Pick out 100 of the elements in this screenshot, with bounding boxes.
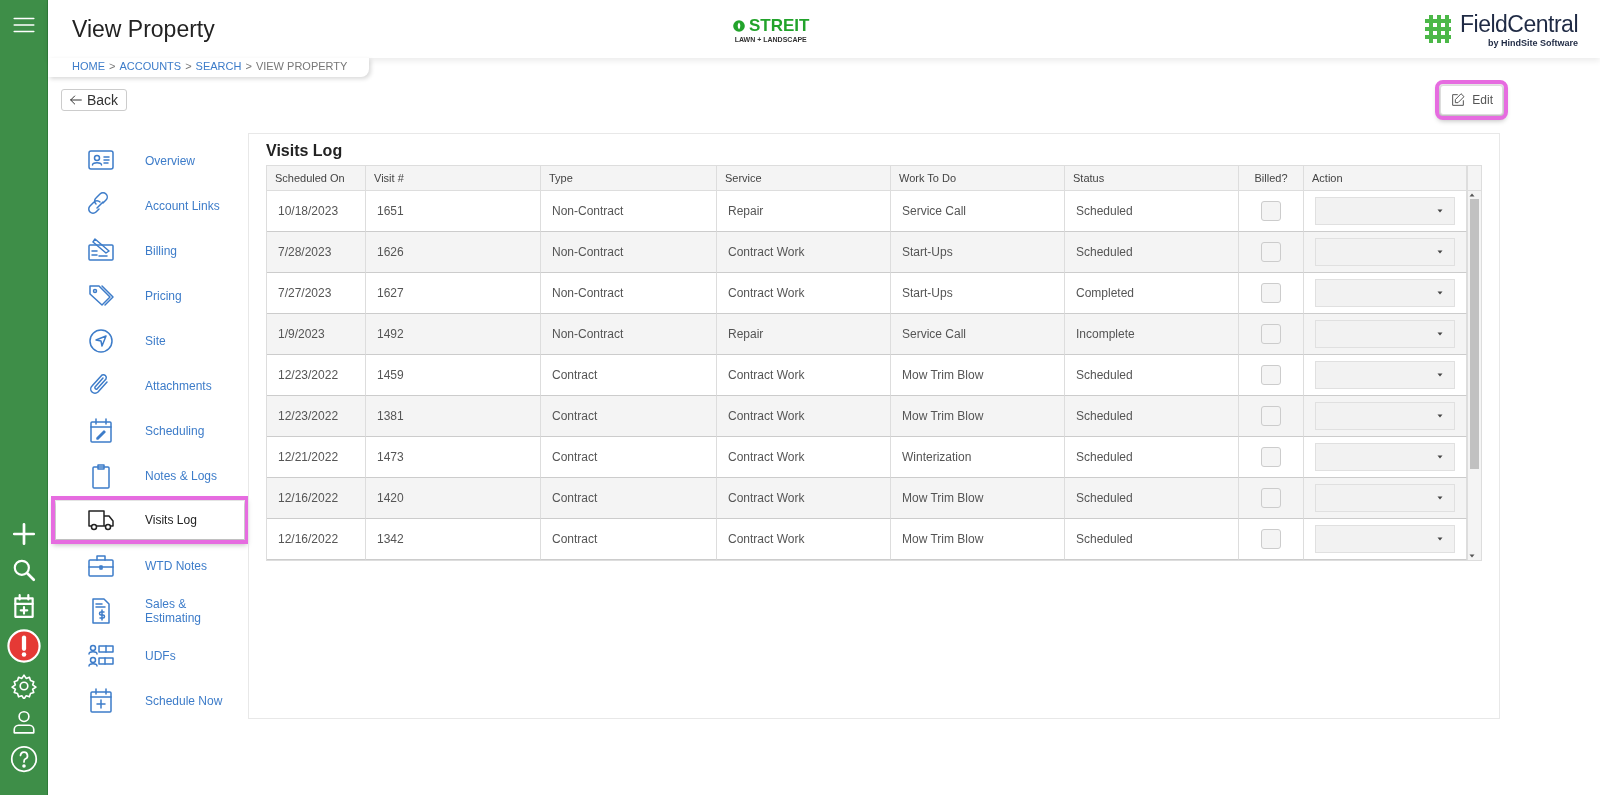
- nav-item[interactable]: Sales & Estimating: [60, 588, 244, 633]
- table-cell: Contract Work: [717, 519, 891, 560]
- table-cell: Mow Trim Blow: [891, 396, 1065, 437]
- table-cell: Contract Work: [717, 478, 891, 519]
- scroll-down-icon: [1468, 552, 1476, 560]
- caret-icon: [1436, 248, 1444, 256]
- nav-item[interactable]: UDFs: [60, 633, 244, 678]
- action-select[interactable]: [1315, 525, 1455, 553]
- action-select[interactable]: [1315, 484, 1455, 512]
- billed-checkbox[interactable]: [1261, 283, 1281, 303]
- table-cell: Contract: [541, 478, 717, 519]
- nav-item[interactable]: WTD Notes: [60, 543, 244, 588]
- action-select[interactable]: [1315, 402, 1455, 430]
- edit-icon: [1450, 92, 1467, 108]
- nav-item[interactable]: Schedule Now: [60, 678, 244, 723]
- brand-name: STREIT: [749, 15, 810, 36]
- billed-checkbox[interactable]: [1261, 406, 1281, 426]
- column-header: Action: [1304, 166, 1467, 191]
- column-header: Work To Do: [891, 166, 1065, 191]
- leaf-logo-icon: [732, 18, 746, 33]
- nav-item[interactable]: Visits Log: [56, 501, 244, 539]
- caret-icon: [1436, 330, 1444, 338]
- caret-icon: [1436, 494, 1444, 502]
- billed-checkbox[interactable]: [1261, 324, 1281, 344]
- table-cell: Contract Work: [717, 232, 891, 273]
- column-header: Visit #: [366, 166, 541, 191]
- help-icon: [9, 745, 38, 773]
- breadcrumb-separator: >: [109, 60, 116, 72]
- back-button[interactable]: Back: [61, 89, 128, 111]
- billed-checkbox[interactable]: [1261, 201, 1281, 221]
- breadcrumb-link[interactable]: SEARCH: [195, 60, 242, 72]
- table-cell: 1381: [366, 396, 541, 437]
- caret-icon: [1436, 207, 1444, 215]
- nav-item[interactable]: Billing: [60, 228, 244, 273]
- action-select[interactable]: [1315, 320, 1455, 348]
- arrow-left-icon: [68, 92, 84, 108]
- column-header: Service: [717, 166, 891, 191]
- caret-icon: [1436, 412, 1444, 420]
- action-select[interactable]: [1315, 238, 1455, 266]
- table-cell: 1342: [366, 519, 541, 560]
- action-select[interactable]: [1315, 197, 1455, 225]
- breadcrumb-link[interactable]: HOME: [72, 60, 105, 72]
- billed-checkbox[interactable]: [1261, 242, 1281, 262]
- column-header: Type: [541, 166, 717, 191]
- breadcrumb-link[interactable]: ACCOUNTS: [119, 60, 182, 72]
- table-cell: 12/16/2022: [267, 478, 366, 519]
- action-select[interactable]: [1315, 443, 1455, 471]
- table-cell: Scheduled: [1065, 232, 1239, 273]
- table-cell: Incomplete: [1065, 314, 1239, 355]
- action-select[interactable]: [1315, 279, 1455, 307]
- table-cell: 1492: [366, 314, 541, 355]
- table-cell: Non-Contract: [541, 314, 717, 355]
- breadcrumb-separator: >: [245, 60, 252, 72]
- column-header: Billed?: [1239, 166, 1304, 191]
- billed-checkbox[interactable]: [1261, 365, 1281, 385]
- billed-checkbox[interactable]: [1261, 529, 1281, 549]
- table-cell: Contract Work: [717, 396, 891, 437]
- panel-title: Visits Log: [266, 142, 344, 160]
- scrollbar[interactable]: [1467, 166, 1481, 560]
- table-cell: Repair: [717, 314, 891, 355]
- billed-checkbox[interactable]: [1261, 447, 1281, 467]
- nav-item[interactable]: Attachments: [60, 363, 244, 408]
- table-cell: 12/16/2022: [267, 519, 366, 560]
- table-cell: Scheduled: [1065, 519, 1239, 560]
- nav-item[interactable]: Overview: [60, 138, 244, 183]
- table-cell: Contract: [541, 519, 717, 560]
- table-cell: Service Call: [891, 314, 1065, 355]
- nav-item[interactable]: Site: [60, 318, 244, 363]
- caret-icon: [1436, 453, 1444, 461]
- product-tagline: by HindSite Software: [1488, 37, 1578, 48]
- nav-item[interactable]: Pricing: [60, 273, 244, 318]
- caret-icon: [1436, 289, 1444, 297]
- calendar-pencil-icon: [87, 416, 115, 445]
- table-cell: Start-Ups: [891, 232, 1065, 273]
- breadcrumb-current: VIEW PROPERTY: [255, 60, 348, 72]
- billed-checkbox[interactable]: [1261, 488, 1281, 508]
- product-name: FieldCentral: [1460, 10, 1578, 38]
- breadcrumb-separator: >: [185, 60, 192, 72]
- add-icon: [10, 521, 37, 547]
- table-cell: 1420: [366, 478, 541, 519]
- table-cell: 12/23/2022: [267, 396, 366, 437]
- column-header: Status: [1065, 166, 1239, 191]
- calendar-plus-icon: [87, 686, 115, 715]
- alert-icon: [6, 629, 41, 663]
- table-cell: Scheduled: [1065, 396, 1239, 437]
- table-cell: 7/28/2023: [267, 232, 366, 273]
- caret-icon: [1436, 535, 1444, 543]
- table-cell: Contract: [541, 396, 717, 437]
- table-cell: Mow Trim Blow: [891, 519, 1065, 560]
- table-cell: Non-Contract: [541, 232, 717, 273]
- table-cell: 1626: [366, 232, 541, 273]
- nav-item[interactable]: Notes & Logs: [60, 453, 244, 498]
- table-cell: 1/9/2023: [267, 314, 366, 355]
- table-cell: Scheduled: [1065, 478, 1239, 519]
- settings-icon: [10, 673, 37, 699]
- action-select[interactable]: [1315, 361, 1455, 389]
- nav-item[interactable]: Scheduling: [60, 408, 244, 453]
- column-header: Scheduled On: [267, 166, 366, 191]
- user-icon: [10, 709, 37, 735]
- nav-item[interactable]: Account Links: [60, 183, 244, 228]
